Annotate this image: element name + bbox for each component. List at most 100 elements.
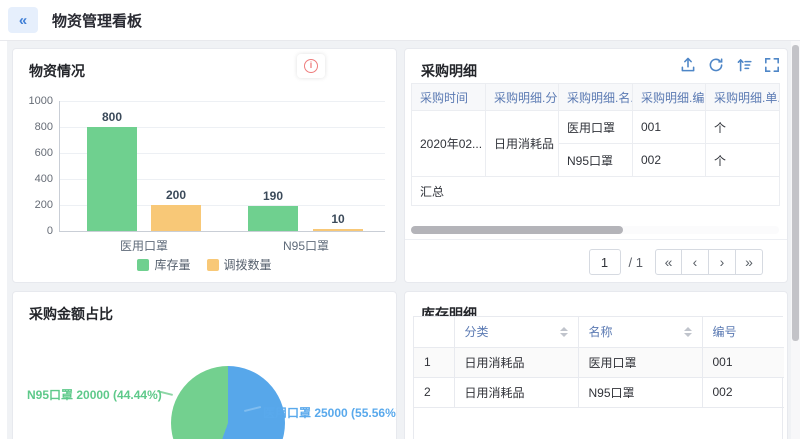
- next-page-button[interactable]: ›: [709, 249, 736, 275]
- bar-value-label: 200: [166, 188, 186, 202]
- cell-index: 1: [414, 347, 454, 377]
- bar-inventory-n95[interactable]: 190: [248, 189, 298, 231]
- bar-value-label: 190: [263, 189, 283, 203]
- table-hscrollbar-thumb[interactable]: [411, 226, 623, 234]
- x-category-n95-mask: N95口罩: [246, 237, 366, 254]
- panel-inventory-details: 库存明细 分类 名称: [404, 291, 788, 439]
- y-axis-line: [59, 101, 60, 231]
- legend-label: 调拨数量: [224, 256, 272, 273]
- table-row[interactable]: 2 日用消耗品 N95口罩 002: [414, 377, 784, 407]
- sort-icon[interactable]: [560, 327, 568, 337]
- column-header-category[interactable]: 采购明细.分...: [486, 84, 559, 111]
- inventory-table: 分类 名称 编号: [414, 317, 784, 408]
- page-total-label: / 1: [629, 255, 643, 270]
- column-header-category[interactable]: 分类: [454, 317, 578, 347]
- panel-purchase-ratio: 采购金额占比 N95口罩 20000 (44.44%) 医用口罩 25000 (…: [12, 291, 397, 439]
- column-header-code[interactable]: 采购明细.编...: [633, 84, 706, 111]
- bar: [151, 205, 201, 231]
- panel-title-ratio: 采购金额占比: [29, 304, 113, 324]
- page-title: 物资管理看板: [52, 10, 142, 31]
- cell-name: 医用口罩: [559, 111, 633, 144]
- legend-item-transfer[interactable]: 调拨数量: [207, 256, 272, 273]
- bar-transfer-n95[interactable]: 10: [313, 212, 363, 231]
- column-header-code[interactable]: 编号: [702, 317, 784, 347]
- double-chevron-right-icon: »: [745, 254, 753, 270]
- table-toolbar: [679, 56, 781, 74]
- cell-code: 001: [702, 347, 784, 377]
- double-chevron-left-icon: «: [665, 254, 673, 270]
- column-header-index: [414, 317, 454, 347]
- cell-name: N95口罩: [559, 144, 633, 177]
- pagination-bar: / 1 « ‹ › »: [405, 239, 787, 283]
- column-header-label: 名称: [589, 323, 613, 340]
- page-scrollbar-thumb[interactable]: [792, 45, 799, 341]
- table-hscrollbar-track[interactable]: [411, 226, 779, 234]
- row-config-icon[interactable]: [735, 56, 753, 74]
- cell-time: 2020年02...: [412, 111, 486, 177]
- prev-page-button[interactable]: ‹: [682, 249, 709, 275]
- bar-inventory-medical[interactable]: 800: [87, 110, 137, 231]
- purchase-table: 采购时间 采购明细.分... 采购明细.名... 采购明细.编... 采购明细.…: [411, 83, 780, 206]
- x-axis-line: [59, 231, 385, 232]
- fullscreen-icon[interactable]: [763, 56, 781, 74]
- cell-category: 日用消耗品: [454, 377, 578, 407]
- table-row[interactable]: 1 日用消耗品 医用口罩 001: [414, 347, 784, 377]
- bar-value-label: 800: [102, 110, 122, 124]
- first-page-button[interactable]: «: [655, 249, 682, 275]
- table-row[interactable]: 2020年02... 日用消耗品 医用口罩 001 个: [412, 111, 780, 144]
- cell-code: 001: [633, 111, 706, 144]
- page-number-input[interactable]: [589, 249, 621, 275]
- y-tick: 600: [19, 147, 53, 159]
- y-tick: 0: [19, 225, 53, 237]
- dashboard-page: « 物资管理看板 物资情况 i 1000 800 600 400 200 0: [0, 0, 800, 439]
- chevron-right-icon: ›: [720, 254, 725, 270]
- panel-purchase-details: 采购明细: [404, 48, 788, 283]
- panel-materials-status: 物资情况 i 1000 800 600 400 200 0 800 200: [12, 48, 397, 283]
- bar-value-label: 10: [331, 212, 344, 226]
- y-tick: 800: [19, 121, 53, 133]
- pagination-buttons: « ‹ › »: [655, 249, 763, 275]
- y-tick: 400: [19, 173, 53, 185]
- cell-code: 002: [633, 144, 706, 177]
- chevron-left-icon: ‹: [693, 254, 698, 270]
- column-header-name[interactable]: 采购明细.名...: [559, 84, 633, 111]
- last-page-button[interactable]: »: [736, 249, 763, 275]
- cell-unit: 个: [706, 144, 780, 177]
- gridline: [59, 101, 385, 102]
- collapse-sidebar-button[interactable]: «: [8, 7, 38, 33]
- bar: [248, 206, 298, 231]
- column-header-time[interactable]: 采购时间: [412, 84, 486, 111]
- bar-transfer-medical[interactable]: 200: [151, 188, 201, 231]
- legend-item-inventory[interactable]: 库存量: [137, 256, 190, 273]
- cell-category: 日用消耗品: [486, 111, 559, 177]
- column-header-unit[interactable]: 采购明细.单...: [706, 84, 780, 111]
- legend-label: 库存量: [154, 256, 190, 273]
- column-header-label: 分类: [465, 323, 489, 340]
- bar: [313, 229, 363, 231]
- cell-name: 医用口罩: [578, 347, 702, 377]
- y-tick: 1000: [19, 95, 53, 107]
- page-scrollbar-track[interactable]: [791, 41, 800, 439]
- bar: [87, 127, 137, 231]
- top-header: « 物资管理看板: [0, 0, 800, 41]
- pie-chart[interactable]: [171, 366, 285, 439]
- legend-swatch-orange: [207, 259, 219, 271]
- summary-row: 汇总: [412, 177, 780, 206]
- export-icon[interactable]: [679, 56, 697, 74]
- cell-name: N95口罩: [578, 377, 702, 407]
- x-category-medical-mask: 医用口罩: [84, 237, 204, 254]
- refresh-icon[interactable]: [707, 56, 725, 74]
- y-tick: 200: [19, 199, 53, 211]
- bar-chart: 1000 800 600 400 200 0 800 200 190: [13, 49, 396, 231]
- pie-label-n95: N95口罩 20000 (44.44%): [27, 386, 153, 403]
- pie-label-medical: 医用口罩 25000 (55.56%): [263, 404, 397, 421]
- legend-swatch-green: [137, 259, 149, 271]
- collapsed-sidebar-strip: [0, 41, 7, 439]
- double-chevron-left-icon: «: [19, 12, 27, 29]
- table-header-row: 分类 名称 编号: [414, 317, 784, 347]
- cell-code: 002: [702, 377, 784, 407]
- sort-icon[interactable]: [684, 327, 692, 337]
- cell-index: 2: [414, 377, 454, 407]
- inventory-table-wrap: 分类 名称 编号: [413, 316, 783, 439]
- column-header-name[interactable]: 名称: [578, 317, 702, 347]
